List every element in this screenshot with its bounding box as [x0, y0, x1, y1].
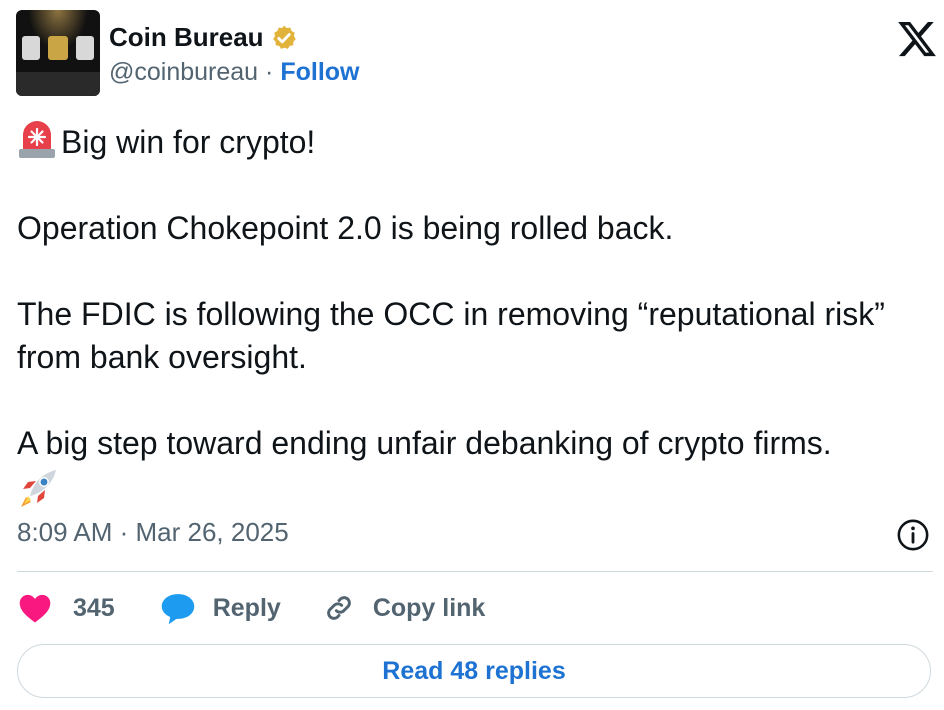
author-name-row: Coin Bureau: [109, 22, 298, 53]
read-replies-label: Read 48 replies: [382, 656, 566, 685]
author-name[interactable]: Coin Bureau: [109, 22, 264, 53]
tweet-line-blank-1: [17, 164, 927, 207]
like-count: 345: [73, 593, 115, 622]
avatar-plaque-left: [22, 36, 40, 60]
tweet-line-4: A big step toward ending unfair debankin…: [17, 425, 832, 461]
handle-separator: ·: [265, 58, 274, 86]
follow-button[interactable]: Follow: [280, 58, 359, 86]
reply-bubble-icon: [161, 594, 194, 625]
author-handle-row: @coinbureau · Follow: [109, 58, 359, 87]
link-icon: [326, 596, 351, 620]
author-handle[interactable]: @coinbureau: [109, 58, 258, 86]
avatar-plaque-gold: [48, 36, 68, 60]
tweet-text-line-1: Big win for crypto!: [61, 124, 316, 160]
tweet-line-blank-3: [17, 379, 927, 422]
tweet-body: Big win for crypto! Operation Chokepoint…: [17, 121, 927, 509]
copy-link-label: Copy link: [372, 593, 486, 622]
x-logo-icon[interactable]: [895, 18, 939, 60]
read-replies-button[interactable]: Read 48 replies: [17, 644, 931, 698]
tweet-timestamp[interactable]: 8:09 AM · Mar 26, 2025: [17, 517, 289, 548]
avatar-floor: [16, 72, 100, 96]
tweet-actions: 345 Reply Copy link: [17, 588, 485, 628]
tweet-line-1: Big win for crypto!: [17, 121, 927, 164]
tweet-line-2: Operation Chokepoint 2.0 is being rolled…: [17, 210, 674, 246]
info-icon[interactable]: [896, 518, 930, 552]
author-avatar[interactable]: [16, 10, 100, 96]
heart-icon: [19, 594, 51, 623]
tweet-header: Coin Bureau @coinbureau · Follow: [16, 10, 936, 98]
rotating-light-emoji: [19, 121, 55, 158]
like-button[interactable]: 345: [17, 592, 115, 624]
verified-badge-icon: [272, 25, 296, 49]
reply-button[interactable]: Reply: [159, 591, 281, 625]
actions-divider: [17, 571, 933, 572]
rocket-emoji: [21, 470, 56, 507]
avatar-plaque-right: [76, 36, 94, 60]
tweet-line-blank-2: [17, 250, 927, 293]
reply-label: Reply: [212, 593, 281, 622]
tweet-line-3: The FDIC is following the OCC in removin…: [17, 296, 885, 375]
copy-link-button[interactable]: Copy link: [323, 592, 486, 624]
